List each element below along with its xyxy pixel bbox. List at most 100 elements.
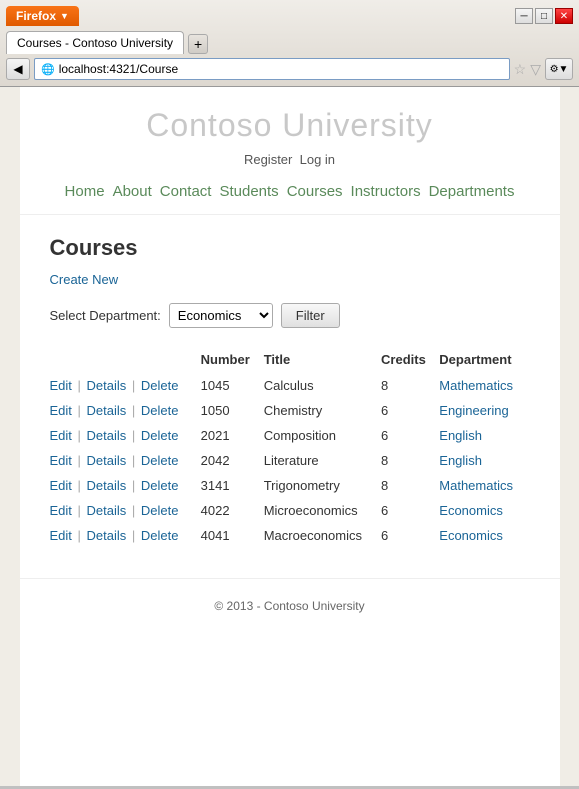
dropdown-arrow-icon: ▼ (60, 11, 69, 21)
row-department: English (439, 448, 529, 473)
row-department: Mathematics (439, 373, 529, 398)
action-delete-link[interactable]: Delete (141, 403, 179, 418)
firefox-menu-button[interactable]: Firefox ▼ (6, 6, 79, 26)
row-number: 3141 (201, 473, 264, 498)
table-row: Edit | Details | Delete1045Calculus8Math… (50, 373, 530, 398)
action-delete-link[interactable]: Delete (141, 503, 179, 518)
nav-courses[interactable]: Courses (287, 183, 343, 200)
row-title: Chemistry (264, 398, 381, 423)
action-separator: | (128, 403, 139, 418)
nav-about[interactable]: About (113, 183, 152, 200)
action-separator: | (74, 428, 85, 443)
maximize-button[interactable]: □ (535, 8, 553, 24)
nav-instructors[interactable]: Instructors (351, 183, 421, 200)
title-bar: Firefox ▼ ─ □ ✕ (0, 0, 579, 28)
action-details-link[interactable]: Details (87, 528, 127, 543)
active-tab[interactable]: Courses - Contoso University (6, 31, 184, 54)
action-delete-link[interactable]: Delete (141, 478, 179, 493)
row-number: 4022 (201, 498, 264, 523)
row-credits: 6 (381, 398, 439, 423)
row-department-link[interactable]: Economics (439, 528, 503, 543)
action-details-link[interactable]: Details (87, 403, 127, 418)
login-link[interactable]: Log in (300, 152, 335, 167)
action-separator: | (74, 503, 85, 518)
row-actions: Edit | Details | Delete (50, 498, 201, 523)
firefox-label: Firefox (16, 9, 56, 23)
action-delete-link[interactable]: Delete (141, 528, 179, 543)
site-footer: © 2013 - Contoso University (20, 578, 560, 633)
row-department-link[interactable]: Mathematics (439, 378, 513, 393)
minimize-button[interactable]: ─ (515, 8, 533, 24)
row-department-link[interactable]: Engineering (439, 403, 508, 418)
action-details-link[interactable]: Details (87, 453, 127, 468)
action-edit-link[interactable]: Edit (50, 478, 72, 493)
col-actions (50, 348, 201, 373)
action-delete-link[interactable]: Delete (141, 428, 179, 443)
create-new-link[interactable]: Create New (50, 272, 119, 287)
action-details-link[interactable]: Details (87, 503, 127, 518)
row-credits: 8 (381, 373, 439, 398)
col-title: Title (264, 348, 381, 373)
row-department-link[interactable]: Mathematics (439, 478, 513, 493)
filter-row: Select Department: Economics Engineering… (50, 303, 530, 328)
row-title: Calculus (264, 373, 381, 398)
col-credits: Credits (381, 348, 439, 373)
tools-button[interactable]: ⚙▼ (545, 58, 573, 80)
nav-home[interactable]: Home (65, 183, 105, 200)
table-row: Edit | Details | Delete2021Composition6E… (50, 423, 530, 448)
site-title: Contoso University (20, 107, 560, 144)
register-link[interactable]: Register (244, 152, 292, 167)
nav-students[interactable]: Students (219, 183, 278, 200)
row-department-link[interactable]: English (439, 428, 482, 443)
page-heading: Courses (50, 235, 530, 261)
table-row: Edit | Details | Delete4022Microeconomic… (50, 498, 530, 523)
action-edit-link[interactable]: Edit (50, 503, 72, 518)
browser-chrome: Firefox ▼ ─ □ ✕ Courses - Contoso Univer… (0, 0, 579, 87)
page-content: Contoso University Register Log in Home … (20, 87, 560, 786)
action-delete-link[interactable]: Delete (141, 453, 179, 468)
filter-label: Select Department: (50, 308, 161, 323)
table-row: Edit | Details | Delete2042Literature8En… (50, 448, 530, 473)
tools-icon: ⚙▼ (550, 64, 569, 75)
action-separator: | (128, 503, 139, 518)
action-edit-link[interactable]: Edit (50, 403, 72, 418)
row-department-link[interactable]: English (439, 453, 482, 468)
action-details-link[interactable]: Details (87, 378, 127, 393)
url-box[interactable]: 🌐 localhost:4321/Course (34, 58, 510, 80)
action-edit-link[interactable]: Edit (50, 378, 72, 393)
url-text: localhost:4321/Course (59, 62, 178, 76)
page-wrapper: Contoso University Register Log in Home … (0, 87, 579, 786)
row-department: Mathematics (439, 473, 529, 498)
department-select[interactable]: Economics Engineering English Mathematic… (169, 303, 273, 328)
back-button[interactable]: ◀ (6, 58, 30, 80)
row-department: Economics (439, 523, 529, 548)
row-number: 4041 (201, 523, 264, 548)
action-details-link[interactable]: Details (87, 428, 127, 443)
filter-button[interactable]: Filter (281, 303, 340, 328)
action-separator: | (74, 528, 85, 543)
row-department-link[interactable]: Economics (439, 503, 503, 518)
table-row: Edit | Details | Delete1050Chemistry6Eng… (50, 398, 530, 423)
col-department: Department (439, 348, 529, 373)
action-edit-link[interactable]: Edit (50, 453, 72, 468)
action-edit-link[interactable]: Edit (50, 528, 72, 543)
row-number: 2042 (201, 448, 264, 473)
bookmark-list-icon[interactable]: ▽ (530, 61, 541, 78)
new-tab-icon: + (194, 36, 202, 52)
row-credits: 6 (381, 523, 439, 548)
row-department: English (439, 423, 529, 448)
nav-contact[interactable]: Contact (160, 183, 212, 200)
main-content: Courses Create New Select Department: Ec… (20, 215, 560, 568)
action-edit-link[interactable]: Edit (50, 428, 72, 443)
nav-departments[interactable]: Departments (429, 183, 515, 200)
nav-menu: Home About Contact Students Courses Inst… (20, 175, 560, 204)
row-credits: 8 (381, 473, 439, 498)
courses-table: Number Title Credits Department Edit | D… (50, 348, 530, 548)
bookmark-icon[interactable]: ☆ (514, 61, 527, 78)
new-tab-button[interactable]: + (188, 34, 208, 54)
action-separator: | (128, 528, 139, 543)
action-delete-link[interactable]: Delete (141, 378, 179, 393)
action-details-link[interactable]: Details (87, 478, 127, 493)
table-header-row: Number Title Credits Department (50, 348, 530, 373)
close-button[interactable]: ✕ (555, 8, 573, 24)
